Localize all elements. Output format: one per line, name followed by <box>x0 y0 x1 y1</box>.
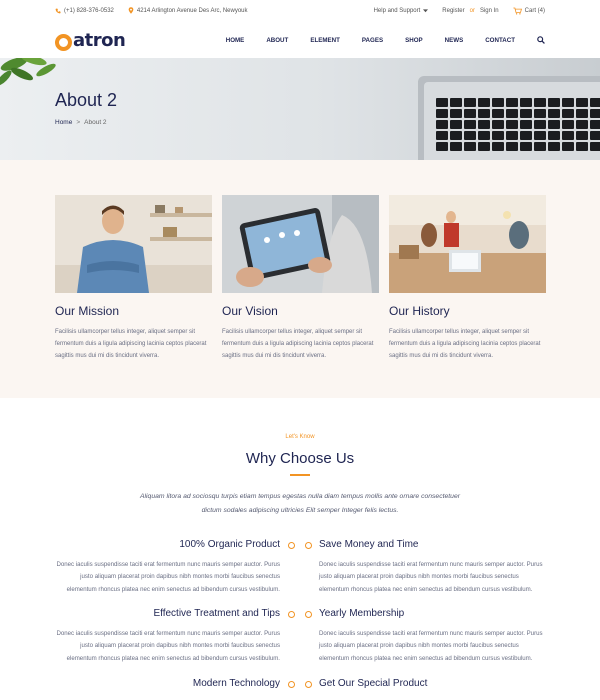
vision-image <box>222 195 379 293</box>
signin-link[interactable]: Sign In <box>480 8 499 14</box>
feature-title: 100% Organic Product <box>179 539 280 550</box>
address-info: 4214 Arlington Avenue Des Arc, Newyouk <box>128 7 248 14</box>
nav-element[interactable]: ELEMENT <box>310 37 340 44</box>
nav-shop[interactable]: SHOP <box>405 37 423 44</box>
nav-contact[interactable]: CONTACT <box>485 37 515 44</box>
feature-text: Donec iaculis suspendisse taciti erat fe… <box>319 561 543 593</box>
search-icon[interactable] <box>537 36 545 44</box>
feature-special-product: Get Our Special Product <box>319 678 549 689</box>
feature-text: Donec iaculis suspendisse taciti erat fe… <box>56 630 280 662</box>
plant-decoration-icon <box>0 58 56 86</box>
nav-news[interactable]: NEWS <box>445 37 464 44</box>
breadcrumb-current: About 2 <box>84 119 107 126</box>
breadcrumb-home[interactable]: Home <box>55 119 72 126</box>
title-underline <box>290 474 310 476</box>
feature-technology: Modern Technology <box>50 678 280 689</box>
cart-link[interactable]: Cart (4) <box>513 7 545 15</box>
mission-card: Our Mission Facilisis ullamcorper tellus… <box>55 195 212 363</box>
phone-icon <box>55 8 61 13</box>
breadcrumb: Home > About 2 <box>55 119 107 126</box>
feature-bullet-icon <box>288 542 295 549</box>
feature-organic: 100% Organic Product Donec iaculis suspe… <box>50 539 280 596</box>
top-bar: (+1) 828-376-0532 4214 Arlington Avenue … <box>0 0 600 22</box>
feature-title: Effective Treatment and Tips <box>153 608 280 619</box>
phone-number: (+1) 828-376-0532 <box>64 7 114 14</box>
history-card: Our History Facilisis ullamcorper tellus… <box>389 195 546 363</box>
mission-text: Facilisis ullamcorper tellus integer, al… <box>55 329 207 360</box>
feature-bullet-icon <box>305 542 312 549</box>
feature-title: Yearly Membership <box>319 608 405 619</box>
help-label: Help and Support <box>373 8 421 14</box>
vision-title: Our Vision <box>222 304 278 318</box>
feature-save-money: Save Money and Time Donec iaculis suspen… <box>319 539 549 596</box>
section-kicker: Let's Know <box>285 434 315 440</box>
breadcrumb-separator: > <box>76 119 81 126</box>
laptop-image <box>418 76 600 160</box>
feature-treatment: Effective Treatment and Tips Donec iacul… <box>50 608 280 665</box>
logo-text: atron <box>73 29 126 51</box>
section-title: Why Choose Us <box>245 450 355 467</box>
history-text: Facilisis ullamcorper tellus integer, al… <box>389 329 541 360</box>
feature-membership: Yearly Membership Donec iaculis suspendi… <box>319 608 549 665</box>
feature-bullet-icon <box>288 611 295 618</box>
cart-label: Cart (4) <box>524 8 545 14</box>
help-dropdown[interactable]: Help and Support <box>374 8 429 14</box>
feature-bullet-icon <box>288 681 295 688</box>
page-banner: About 2 Home > About 2 <box>0 58 600 160</box>
caret-down-icon <box>423 9 429 13</box>
nav-home[interactable]: HOME <box>226 37 245 44</box>
nav-pages[interactable]: PAGES <box>362 37 383 44</box>
or-text: or <box>469 8 475 14</box>
feature-title: Modern Technology <box>192 678 280 689</box>
location-pin-icon <box>128 7 134 14</box>
mission-image <box>55 195 212 293</box>
main-nav: HOME ABOUT ELEMENT PAGES SHOP NEWS CONTA… <box>226 36 545 44</box>
feature-bullet-icon <box>305 681 312 688</box>
main-header: atron HOME ABOUT ELEMENT PAGES SHOP NEWS… <box>0 22 600 58</box>
vision-text: Facilisis ullamcorper tellus integer, al… <box>222 329 374 360</box>
logo-mark-icon <box>55 33 72 51</box>
cart-icon <box>513 7 522 15</box>
feature-text: Donec iaculis suspendisse taciti erat fe… <box>319 630 543 662</box>
history-title: Our History <box>389 304 450 318</box>
feature-title: Save Money and Time <box>319 539 419 550</box>
history-image <box>389 195 546 293</box>
section-intro: Aliquam litora ad sociosqu turpis etiam … <box>140 493 460 514</box>
account-links: Register or Sign In <box>442 8 498 14</box>
phone-info: (+1) 828-376-0532 <box>55 8 114 14</box>
site-logo[interactable]: atron <box>55 29 126 51</box>
feature-text: Donec iaculis suspendisse taciti erat fe… <box>56 561 280 593</box>
address-text: 4214 Arlington Avenue Des Arc, Newyouk <box>136 7 248 14</box>
mission-title: Our Mission <box>55 304 120 318</box>
feature-title: Get Our Special Product <box>319 678 428 689</box>
page-title: About 2 <box>55 90 118 110</box>
feature-bullet-icon <box>305 611 312 618</box>
nav-about[interactable]: ABOUT <box>266 37 288 44</box>
register-link[interactable]: Register <box>442 8 464 14</box>
about-cards-section: Our Mission Facilisis ullamcorper tellus… <box>0 160 600 398</box>
vision-card: Our Vision Facilisis ullamcorper tellus … <box>222 195 379 363</box>
